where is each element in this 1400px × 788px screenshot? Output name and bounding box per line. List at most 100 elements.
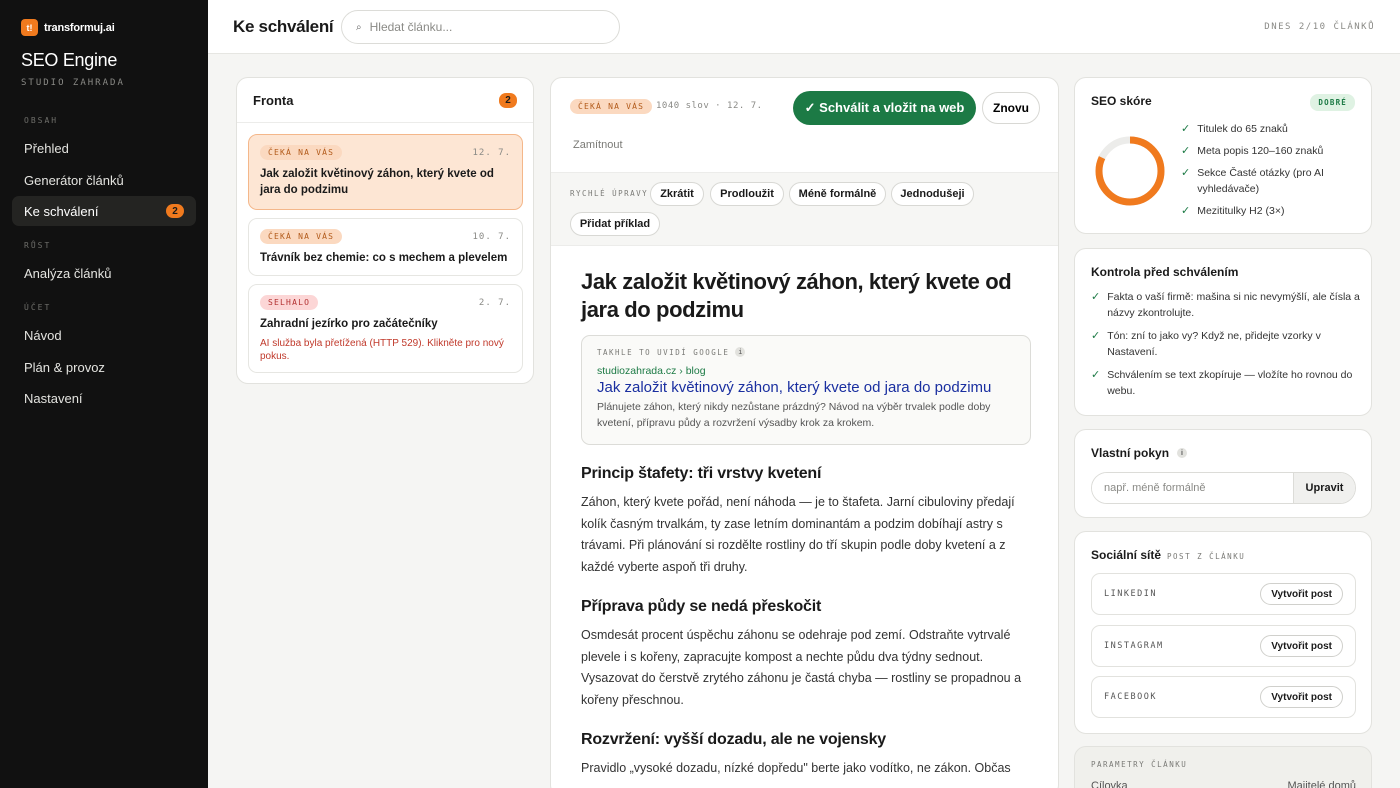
sidebar-item-analyza[interactable]: Analýza článků — [12, 258, 196, 288]
custom-instruction-input[interactable] — [1092, 473, 1293, 503]
check-text: Titulek do 65 znaků — [1197, 123, 1288, 135]
chip-add-example[interactable]: Přidat příklad — [570, 212, 660, 236]
brand[interactable]: t! transformuj.ai — [21, 19, 115, 36]
serp-description: Plánujete záhon, který nikdy nezůstane p… — [597, 401, 991, 429]
check-text: Meta popis 120–160 znaků — [1197, 145, 1324, 157]
param-key: Cílovka — [1091, 780, 1128, 788]
sidebar-item-label: Nastavení — [24, 390, 83, 406]
nav-section-rust: RŮST — [24, 241, 52, 250]
serp-preview: TAKHLE TO UVIDÍ GOOGLE i studiozahrada.c… — [581, 335, 1031, 445]
seo-check-item: ✓ Titulek do 65 znaků — [1181, 121, 1361, 137]
social-title-text: Sociální sítě — [1091, 548, 1162, 562]
check-icon: ✓ — [1091, 291, 1101, 303]
queue-item[interactable]: ČEKÁ NA VÁS 12. 7. Jak založit květinový… — [248, 134, 523, 210]
check-icon: ✓ — [1091, 369, 1101, 381]
serp-label: TAKHLE TO UVIDÍ GOOGLE i — [597, 347, 1015, 357]
check-icon: ✓ — [1091, 330, 1101, 342]
article-editor: ČEKÁ NA VÁS 1040 slov · 12. 7. ✓ Schváli… — [550, 77, 1059, 788]
info-icon[interactable]: i — [735, 347, 746, 357]
serp-url: studiozahrada.cz › blog — [597, 365, 706, 377]
social-row-facebook: FACEBOOK Vytvořit post — [1091, 676, 1356, 718]
search-input[interactable] — [369, 20, 590, 34]
section-heading: Princip štafety: tři vrstvy kvetení — [581, 465, 822, 482]
seo-status-badge: DOBRÉ — [1310, 94, 1355, 111]
queue-title: Fronta — [253, 92, 294, 108]
check-text: Mezititulky H2 (3×) — [1197, 205, 1285, 217]
queue-panel: Fronta 2 ČEKÁ NA VÁS 12. 7. Jak založit … — [236, 77, 534, 384]
sidebar-item-ke-schvaleni[interactable]: Ke schválení 2 — [12, 196, 196, 226]
check-text: Schválením se text zkopíruje — vložíte h… — [1107, 369, 1353, 397]
serp-label-text: TAKHLE TO UVIDÍ GOOGLE — [597, 347, 730, 357]
control-check-list: ✓ Fakta o vaší firmě: mašina si nic nevym… — [1091, 289, 1361, 406]
chip-simpler[interactable]: Jednodušeji — [891, 182, 974, 206]
search-box[interactable]: ⌕ — [341, 10, 620, 44]
queue-item-date: 10. 7. — [472, 231, 511, 242]
seo-score-card: SEO skóre DOBRÉ ✓ Titulek do 65 znaků ✓ Me… — [1074, 77, 1372, 234]
quick-edits: RYCHLÉ ÚPRAVY Zkrátit Prodloužit Méně fo… — [551, 173, 1058, 246]
nav-section-obsah: OBSAH — [24, 116, 59, 125]
social-row-linkedin: LINKEDIN Vytvořit post — [1091, 573, 1356, 615]
pre-approval-check-card: Kontrola před schválením ✓ Fakta o vaší f… — [1074, 248, 1372, 416]
sidebar-item-navod[interactable]: Návod — [12, 320, 196, 350]
custom-title-text: Vlastní pokyn — [1091, 446, 1170, 460]
sidebar-item-nastaveni[interactable]: Nastavení — [12, 383, 196, 413]
custom-title: Vlastní pokyn i — [1091, 446, 1188, 460]
control-title: Kontrola před schválením — [1091, 265, 1239, 279]
queue-item-title: Jak založit květinový záhon, který kvete… — [260, 168, 494, 196]
sidebar-item-plan[interactable]: Plán & provoz — [12, 352, 196, 382]
apply-instruction-button[interactable]: Upravit — [1293, 473, 1355, 503]
queue-item-error[interactable]: AI služba byla přetížená (HTTP 529). Kli… — [260, 337, 511, 363]
sidebar: t! transformuj.ai SEO Engine STUDIO ZAHR… — [0, 0, 208, 788]
search-icon: ⌕ — [356, 21, 362, 33]
queue-item[interactable]: SELHALO 2. 7. Zahradní jezírko pro začát… — [248, 284, 523, 373]
approve-button[interactable]: ✓ Schválit a vložit na web — [793, 91, 976, 125]
chip-shorten[interactable]: Zkrátit — [650, 182, 704, 206]
seo-score-title: SEO skóre — [1091, 94, 1152, 108]
check-icon: ✓ — [1181, 167, 1191, 179]
section-text: Osmdesát procent úspěchu záhonu se odehr… — [581, 628, 1022, 707]
control-check-item: ✓ Fakta o vaší firmě: mašina si nic nevym… — [1091, 289, 1361, 321]
queue-item[interactable]: ČEKÁ NA VÁS 10. 7. Trávník bez chemie: c… — [248, 218, 523, 276]
check-icon: ✓ — [1181, 145, 1191, 157]
seo-check-item: ✓ Mezititulky H2 (3×) — [1181, 203, 1361, 219]
app-title: SEO Engine — [21, 50, 118, 70]
params-label: PARAMETRY ČLÁNKU — [1091, 760, 1188, 769]
social-network-name: FACEBOOK — [1104, 692, 1157, 702]
seo-check-item: ✓ Sekce Časté otázky (pro AI vyhledávače) — [1181, 165, 1361, 197]
reject-button[interactable]: Zamítnout — [573, 139, 623, 151]
queue-header: Fronta 2 — [237, 78, 533, 123]
check-text: Fakta o vaší firmě: mašina si nic nevymý… — [1107, 291, 1360, 319]
regenerate-button[interactable]: Znovu — [982, 92, 1040, 124]
serp-title: Jak založit květinový záhon, který kvete… — [597, 379, 992, 396]
sidebar-item-label: Ke schválení — [24, 203, 99, 219]
brand-logo-icon: t! — [21, 19, 38, 36]
custom-instruction-field: Upravit — [1091, 472, 1356, 504]
check-text: Sekce Časté otázky (pro AI vyhledávače) — [1197, 167, 1324, 195]
editor-toolbar: ČEKÁ NA VÁS 1040 slov · 12. 7. ✓ Schváli… — [551, 78, 1058, 173]
queue-item-title: Zahradní jezírko pro začátečníky — [260, 318, 438, 330]
create-post-button[interactable]: Vytvořit post — [1260, 686, 1343, 708]
create-post-button[interactable]: Vytvořit post — [1260, 635, 1343, 657]
create-post-button[interactable]: Vytvořit post — [1260, 583, 1343, 605]
sidebar-item-label: Generátor článků — [24, 172, 124, 188]
social-card: Sociální sítě POST Z ČLÁNKU LINKEDIN Vytv… — [1074, 531, 1372, 734]
control-check-item: ✓ Schválením se text zkopíruje — vložíte … — [1091, 367, 1361, 399]
seo-check-item: ✓ Meta popis 120–160 znaků — [1181, 143, 1361, 159]
status-badge: ČEKÁ NA VÁS — [570, 99, 653, 114]
sidebar-item-generator[interactable]: Generátor článků — [12, 165, 196, 195]
chip-lengthen[interactable]: Prodloužit — [710, 182, 784, 206]
chip-less-formal[interactable]: Méně formálně — [789, 182, 886, 206]
seo-check-list: ✓ Titulek do 65 znaků ✓ Meta popis 120–160… — [1181, 121, 1361, 225]
social-title: Sociální sítě POST Z ČLÁNKU — [1091, 548, 1245, 562]
status-badge: ČEKÁ NA VÁS — [260, 229, 343, 244]
sidebar-item-label: Analýza článků — [24, 265, 112, 281]
custom-instruction-card: Vlastní pokyn i Upravit — [1074, 429, 1372, 518]
article-meta: 1040 slov · 12. 7. — [656, 101, 763, 111]
sidebar-item-prehled[interactable]: Přehled — [12, 133, 196, 163]
info-icon[interactable]: i — [1177, 448, 1188, 458]
seo-score-ring — [1095, 136, 1165, 206]
daily-count: DNES 2/10 ČLÁNKŮ — [1264, 22, 1375, 32]
page-title: Ke schválení — [233, 17, 334, 36]
check-text: Tón: zní to jako vy? Když ne, přidejte v… — [1107, 330, 1321, 358]
queue-item-title: Trávník bez chemie: co s mechem a plevel… — [260, 252, 508, 264]
